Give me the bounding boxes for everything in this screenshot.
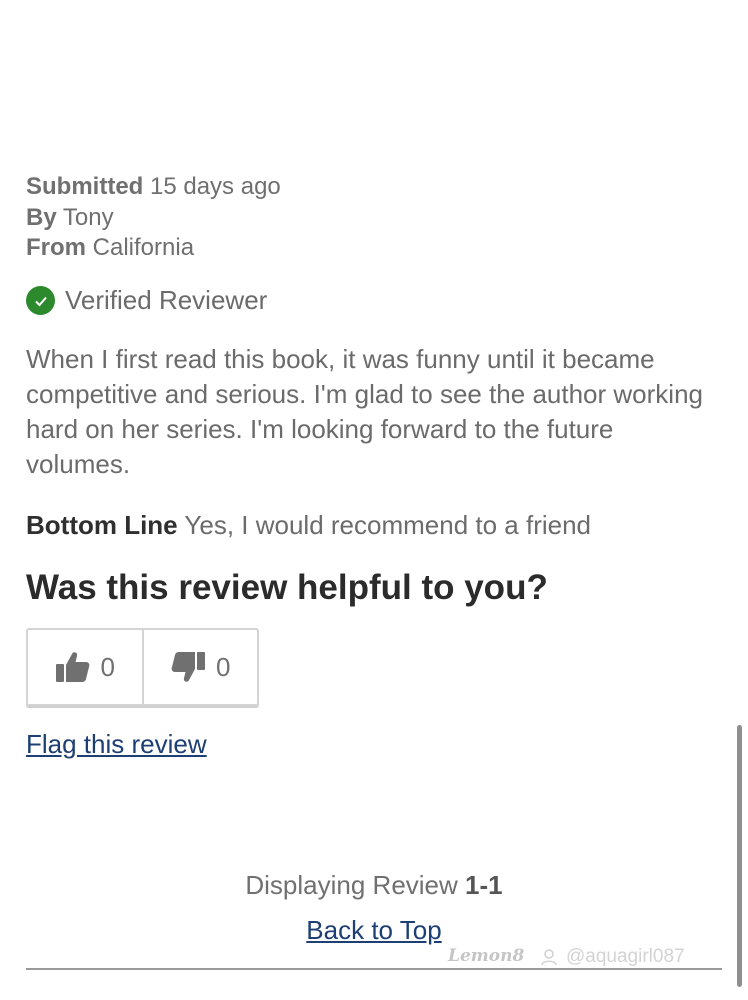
back-to-top-link[interactable]: Back to Top [306, 915, 441, 945]
user-icon [541, 949, 557, 966]
thumbs-up-button[interactable]: 0 [28, 630, 142, 704]
up-count: 0 [100, 651, 115, 682]
verified-badge: Verified Reviewer [26, 285, 267, 316]
down-count: 0 [216, 651, 231, 682]
thumbs-up-icon [55, 652, 89, 682]
verified-label: Verified Reviewer [65, 285, 268, 315]
pagination-range: 1-1 [465, 870, 503, 900]
flag-review-link[interactable]: Flag this review [26, 729, 207, 760]
helpful-question: Was this review helpful to you? [26, 568, 548, 607]
author-name: Tony [62, 203, 114, 231]
submitted-row: Submitted 15 days ago [26, 172, 281, 203]
pagination-status: Displaying Review 1-1 [0, 870, 748, 901]
submitted-value: 15 days ago [150, 173, 281, 200]
from-label: From [26, 234, 86, 261]
watermark-logo: Lemon8 [448, 946, 525, 966]
pagination-prefix: Displaying Review [245, 870, 458, 900]
location-value: California [92, 234, 195, 261]
by-label: By [26, 203, 57, 231]
scrollbar[interactable] [737, 725, 742, 987]
watermark-username: @aquagirl087 [566, 946, 685, 967]
thumbs-down-icon [171, 652, 206, 682]
vote-buttons: 0 0 [26, 628, 259, 706]
back-to-top: Back to Top [0, 915, 748, 946]
footer-divider [26, 968, 722, 970]
author-row: By Tony [26, 203, 281, 234]
location-row: From California [26, 233, 281, 264]
bottom-line-label: Bottom Line [26, 510, 178, 540]
watermark-user: @aquagirl087 [540, 946, 685, 968]
check-circle-icon [26, 286, 55, 315]
thumbs-down-button[interactable]: 0 [141, 630, 258, 704]
bottom-line-value: Yes, I would recommend to a friend [184, 510, 592, 540]
review-body: When I first read this book, it was funn… [26, 344, 703, 479]
submitted-label: Submitted [26, 173, 144, 200]
review-meta: Submitted 15 days ago By Tony From Calif… [26, 172, 281, 264]
bottom-line: Bottom Line Yes, I would recommend to a … [26, 510, 591, 541]
